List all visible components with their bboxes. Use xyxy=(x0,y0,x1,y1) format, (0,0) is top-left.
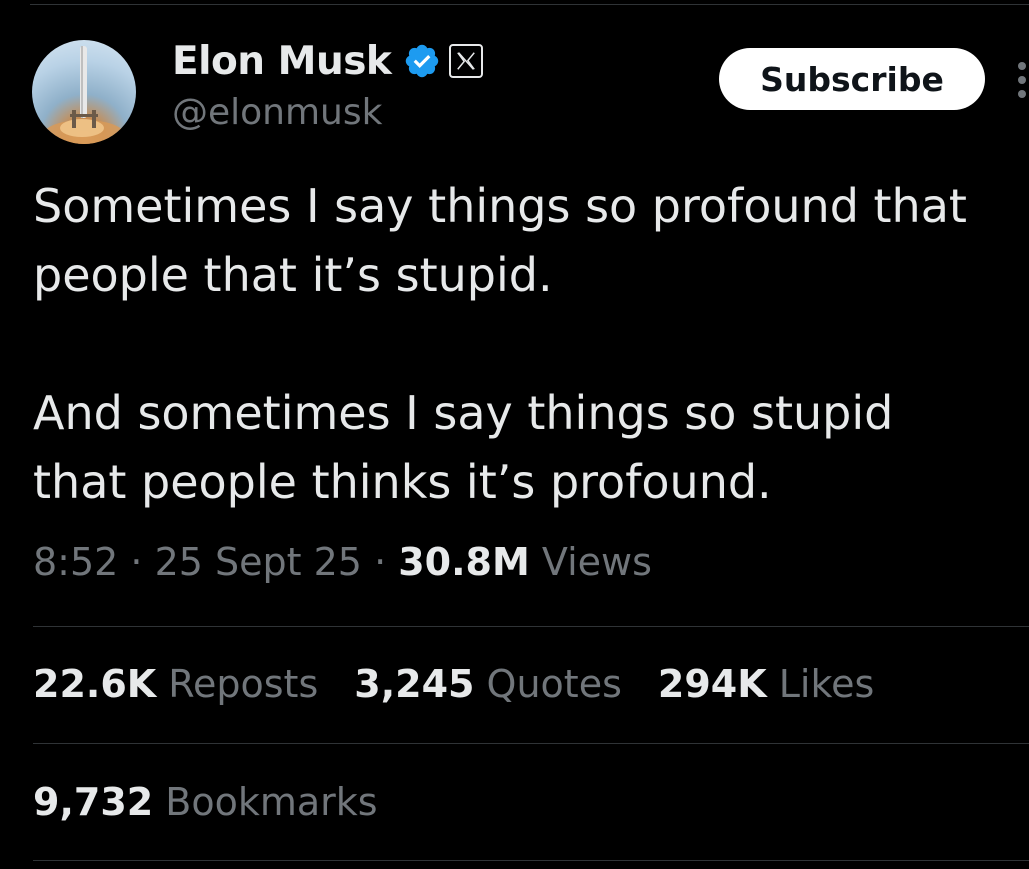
top-divider xyxy=(30,4,1029,5)
bookmarks-label: Bookmarks xyxy=(165,780,378,824)
engagement-stats: 22.6K Reposts 3,245 Quotes 294K Likes xyxy=(33,662,910,706)
author-display-name[interactable]: Elon Musk xyxy=(172,39,392,84)
bookmarks-count: 9,732 xyxy=(33,780,154,824)
more-vertical-icon[interactable] xyxy=(1018,62,1029,98)
quotes-stat[interactable]: 3,245 Quotes xyxy=(354,662,622,706)
quotes-count: 3,245 xyxy=(354,662,475,706)
rocket-launch-avatar xyxy=(44,46,124,144)
likes-label: Likes xyxy=(778,662,875,706)
reposts-label: Reposts xyxy=(168,662,319,706)
author-name-row: Elon Musk xyxy=(172,36,484,86)
avatar[interactable] xyxy=(32,40,136,144)
tweet-meta: 8:52 · 25 Sept 25 · 30.8M Views xyxy=(33,540,652,584)
reposts-stat[interactable]: 22.6K Reposts xyxy=(33,662,318,706)
author-handle[interactable]: @elonmusk xyxy=(172,92,382,133)
meta-separator: · xyxy=(118,540,155,584)
likes-count: 294K xyxy=(657,662,767,706)
divider xyxy=(33,860,1029,861)
verified-badge-icon[interactable] xyxy=(403,42,441,80)
bookmarks-stat[interactable]: 9,732 Bookmarks xyxy=(33,780,378,824)
views-count: 30.8M xyxy=(398,540,530,584)
views-label: Views xyxy=(541,540,652,584)
tweet-line: that people thinks it’s profound. xyxy=(33,455,772,509)
tweet-text: Sometimes I say things so profound that … xyxy=(33,172,1029,517)
tweet-line: And sometimes I say things so stupid xyxy=(33,386,894,440)
divider xyxy=(33,743,1029,744)
meta-separator: · xyxy=(361,540,399,584)
x-logo-icon[interactable] xyxy=(449,44,484,78)
subscribe-button[interactable]: Subscribe xyxy=(719,48,985,110)
quotes-label: Quotes xyxy=(486,662,622,706)
likes-stat[interactable]: 294K Likes xyxy=(658,662,874,706)
reposts-count: 22.6K xyxy=(33,662,157,706)
tweet-date[interactable]: 25 Sept 25 xyxy=(155,540,362,584)
divider xyxy=(33,626,1029,627)
tweet-time[interactable]: 8:52 xyxy=(33,540,118,584)
tweet-line: Sometimes I say things so profound that xyxy=(33,179,967,233)
tweet-line: people that it’s stupid. xyxy=(33,248,553,302)
